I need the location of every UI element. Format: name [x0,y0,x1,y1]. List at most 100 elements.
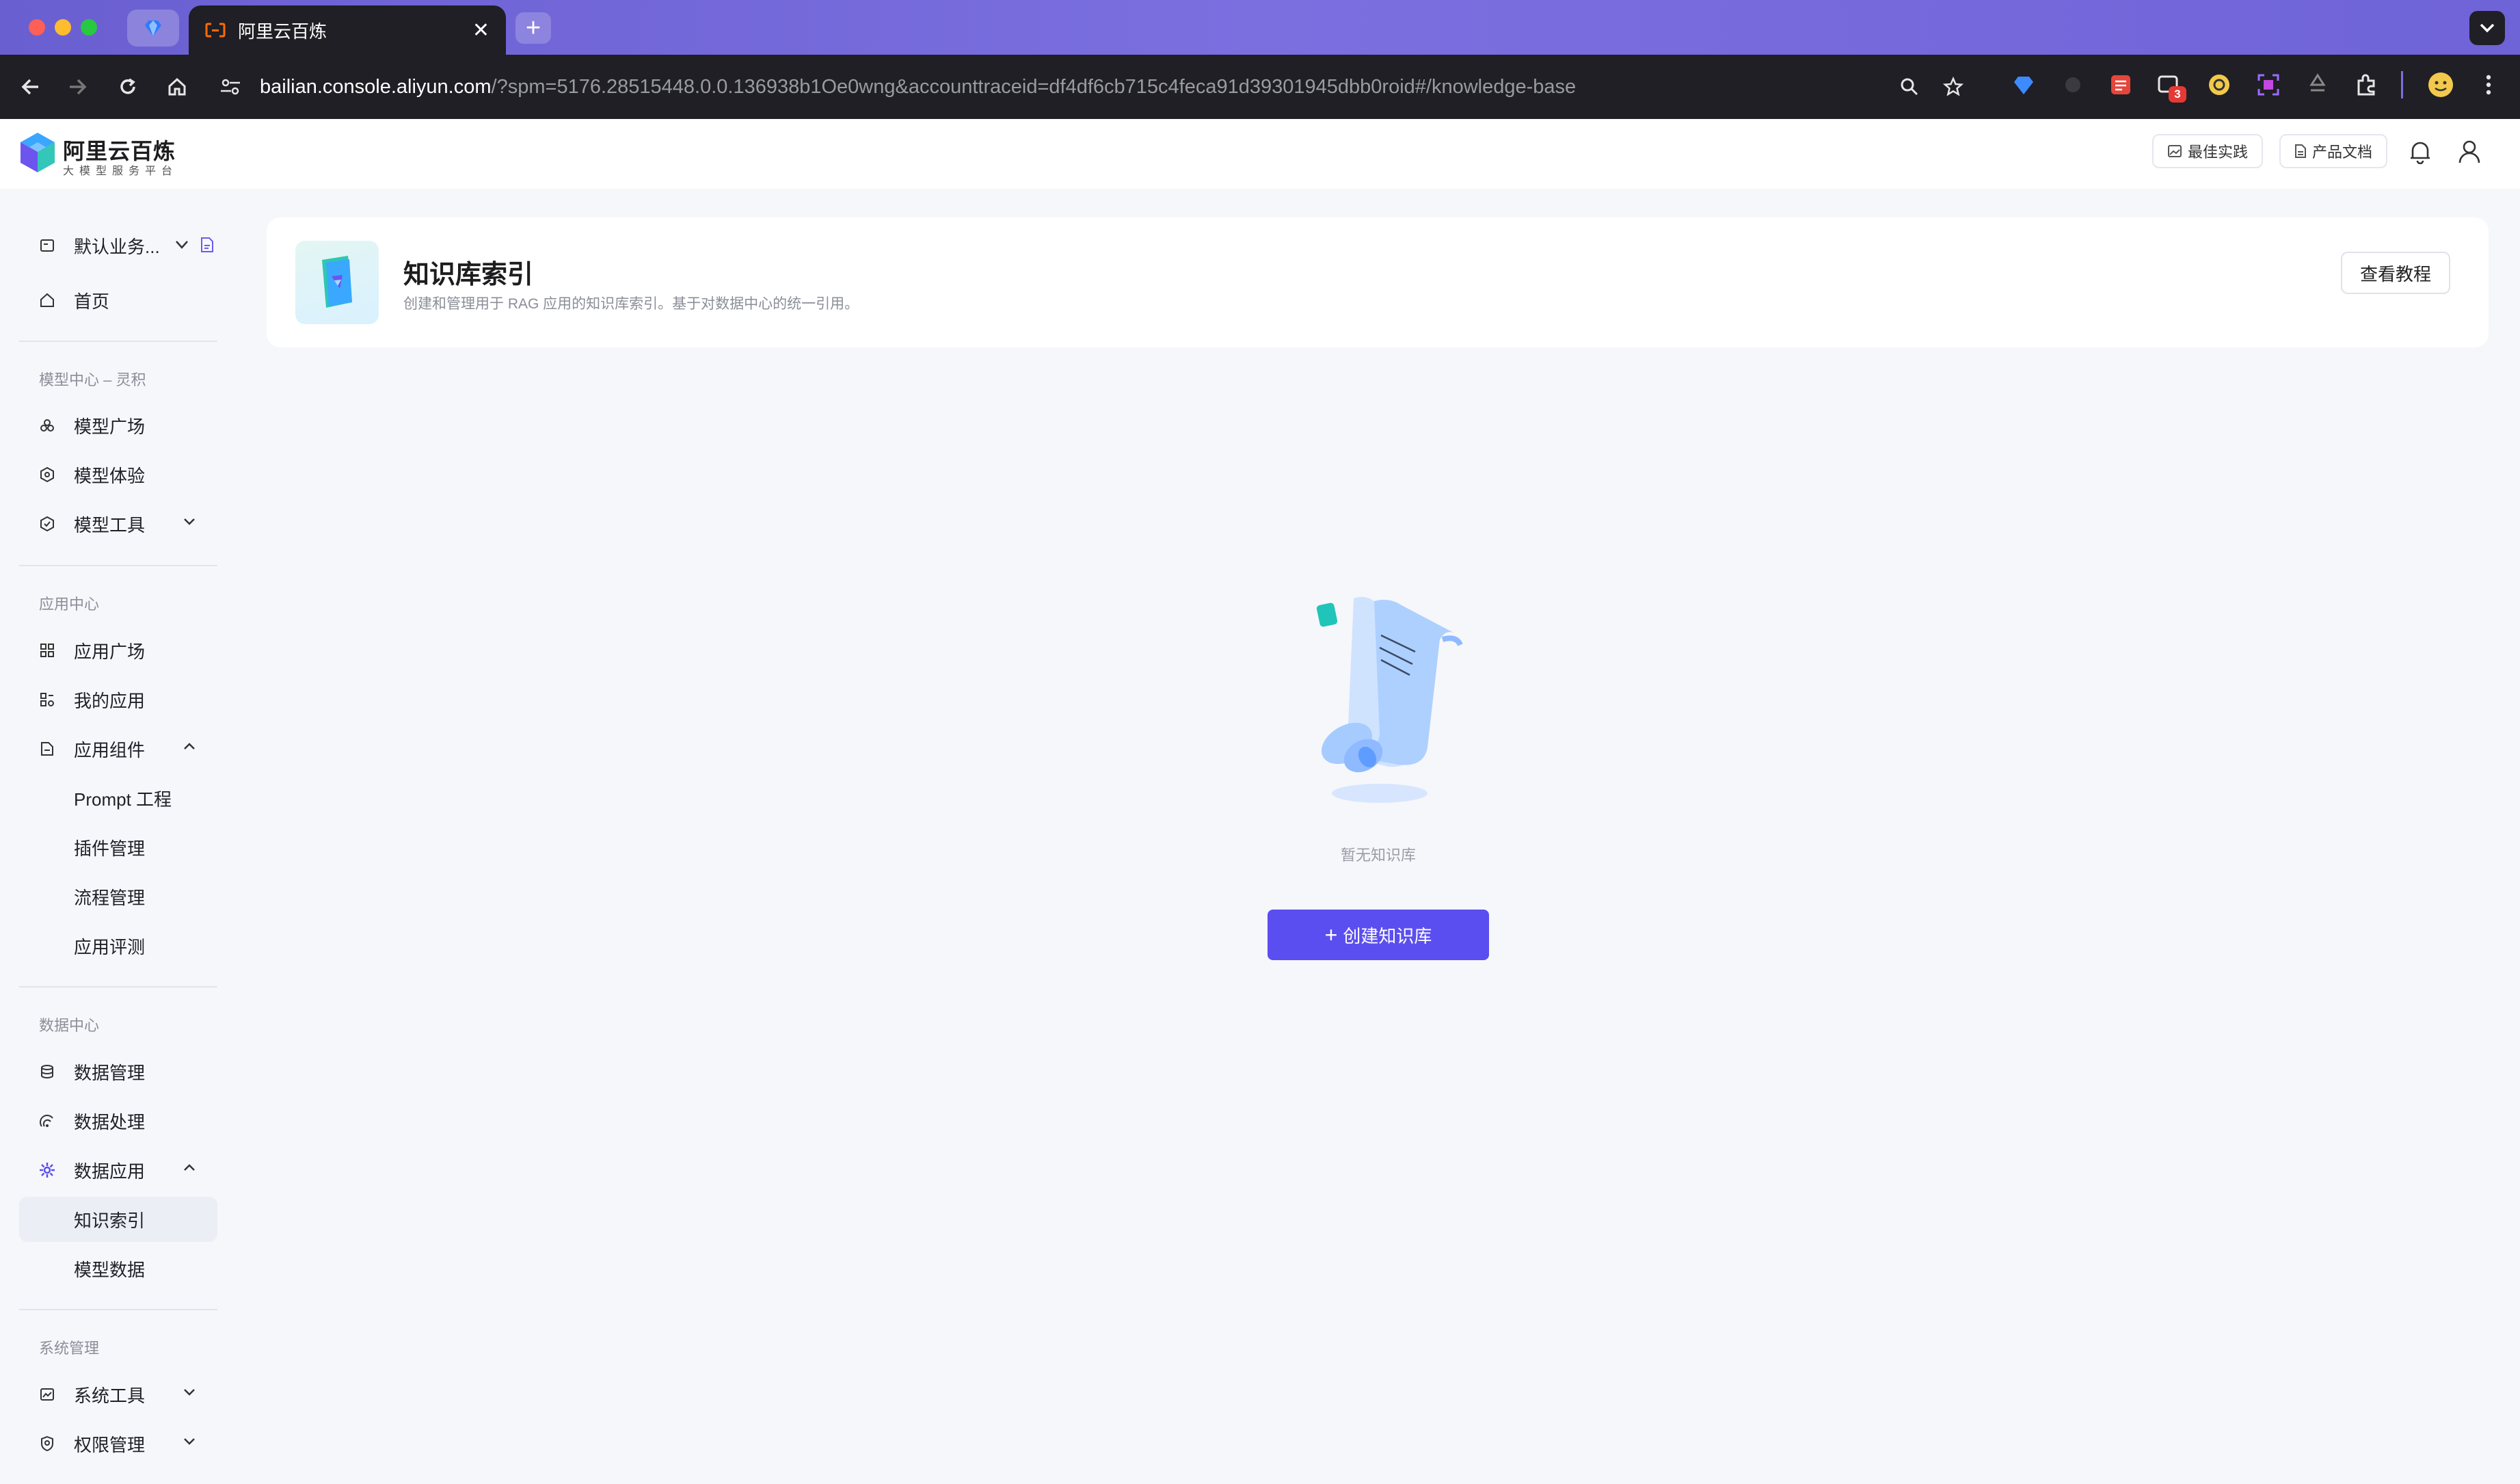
components-icon [38,740,56,758]
tab-list-button[interactable] [2469,11,2505,45]
grid-icon [38,641,56,659]
user-button[interactable] [2454,137,2484,167]
document-icon [2295,144,2306,158]
sidebar-item-app-components[interactable]: 应用组件 [19,726,217,771]
best-practice-label: 最佳实践 [2188,144,2249,161]
sidebar: 默认业务... 首页 模型中心 – 灵积 模型广场 模型体验 模型工具 应用中心… [0,189,235,1484]
sidebar-item-knowledge-index[interactable]: 知识索引 [19,1197,217,1242]
view-tutorial-button[interactable]: 查看教程 [2341,252,2450,294]
extension-dark-icon[interactable] [2059,71,2087,98]
profile-avatar-icon[interactable] [2427,71,2454,98]
sidebar-item-label: 应用广场 [74,641,146,662]
sidebar-divider [19,565,217,566]
workspace-detail-icon[interactable] [200,237,215,256]
app-header: 阿里云百炼 大模型服务平台 最佳实践 产品文档 [0,119,2520,189]
pinned-tab[interactable] [127,10,179,47]
sidebar-item-data-application[interactable]: 数据应用 [19,1148,217,1193]
url-host: bailian.console.aliyun.com [260,75,492,98]
empty-state-text: 暂无知识库 [1340,847,1416,864]
sidebar-item-permission-management[interactable]: 权限管理 [19,1421,217,1466]
sidebar-section-app: 应用中心 [39,596,100,613]
extension-red-icon[interactable] [2107,71,2134,98]
extension-yellow-icon[interactable] [2206,71,2233,98]
star-icon [1943,77,1963,96]
sidebar-item-model-tools[interactable]: 模型工具 [19,501,217,546]
chevron-down-icon [182,1434,197,1453]
reload-icon [120,78,135,94]
model-square-icon [38,416,56,434]
extension-scan-icon[interactable] [2255,71,2282,98]
home-icon [168,77,186,96]
sidebar-item-flow-management[interactable]: 流程管理 [19,874,217,919]
forward-button[interactable] [60,70,94,104]
logo-subtitle: 大模型服务平台 [63,165,178,177]
product-docs-button[interactable]: 产品文档 [2279,134,2388,168]
extension-badge-button[interactable]: 3 [2155,71,2186,103]
sidebar-item-my-apps[interactable]: 我的应用 [19,677,217,722]
site-settings-icon[interactable] [219,77,242,97]
sidebar-item-plugin-management[interactable]: 插件管理 [19,825,217,870]
chevron-down-icon [2480,23,2495,33]
sidebar-item-label: 模型体验 [74,465,146,486]
sidebar-section-system: 系统管理 [39,1340,100,1357]
sidebar-item-system-tools[interactable]: 系统工具 [19,1372,217,1417]
system-tools-icon [38,1386,56,1403]
sidebar-divider [19,1309,217,1310]
sidebar-item-app-evaluation[interactable]: 应用评测 [19,923,217,968]
address-bar[interactable]: bailian.console.aliyun.com/?spm=5176.285… [219,66,1825,108]
extension-diamond-icon[interactable] [2010,71,2037,98]
home-icon [38,291,56,309]
best-practice-button[interactable]: 最佳实践 [2152,134,2264,168]
shield-icon [38,1435,56,1453]
browser-menu-icon[interactable] [2475,71,2502,98]
browser-tab-bar: 阿里云百炼 ✕ + [0,0,2520,55]
create-knowledge-base-button[interactable]: + 创建知识库 [1268,910,1489,960]
window-minimize-button[interactable] [55,19,71,36]
reload-button[interactable] [111,70,145,104]
knowledge-base-icon [295,241,379,324]
sidebar-item-label: 流程管理 [74,887,146,908]
url-path: /?spm=5176.28515448.0.0.136938b1Oe0wng&a… [491,75,1577,98]
tab-title: 阿里云百炼 [238,21,327,42]
sidebar-item-home[interactable]: 首页 [19,278,217,323]
chevron-down-icon [174,237,190,256]
sidebar-item-data-management[interactable]: 数据管理 [19,1049,217,1094]
workspace-selector[interactable]: 默认业务... [19,223,217,268]
sidebar-item-label: 数据管理 [74,1062,146,1083]
toolbar-divider [2401,71,2403,98]
home-button[interactable] [160,70,194,104]
window-close-button[interactable] [29,19,45,36]
sidebar-item-label: 数据处理 [74,1111,146,1132]
zoom-button[interactable] [1892,70,1927,104]
chevron-down-icon [182,1385,197,1404]
sidebar-item-data-processing[interactable]: 数据处理 [19,1098,217,1143]
back-button[interactable] [14,70,48,104]
bookmark-button[interactable] [1936,70,1970,104]
window-zoom-button[interactable] [81,19,97,36]
arrow-right-icon [70,79,87,95]
sidebar-item-label: 知识索引 [74,1210,146,1231]
sidebar-item-model-experience[interactable]: 模型体验 [19,452,217,497]
new-tab-button[interactable]: + [515,12,551,44]
extensions-puzzle-icon[interactable] [2353,71,2381,98]
tab-close-icon[interactable]: ✕ [472,18,490,42]
sidebar-section-data: 数据中心 [39,1017,100,1034]
extension-count-badge: 3 [2169,86,2186,103]
logo-icon[interactable] [18,131,57,174]
notifications-button[interactable] [2405,137,2435,167]
image-icon [2168,145,2182,157]
sidebar-item-model-data[interactable]: 模型数据 [19,1246,217,1291]
page-title: 知识库索引 [403,261,534,289]
active-tab[interactable]: 阿里云百炼 ✕ [189,5,506,55]
chevron-down-icon [182,514,197,533]
sidebar-item-app-square[interactable]: 应用广场 [19,628,217,673]
empty-scroll-illustration [1316,596,1463,803]
database-icon [38,1063,56,1081]
sidebar-item-prompt-engineering[interactable]: Prompt 工程 [19,776,217,821]
page-header-card: 知识库索引 创建和管理用于 RAG 应用的知识库索引。基于对数据中心的统一引用。… [267,217,2489,347]
extension-recycle-icon[interactable] [2304,71,2331,98]
chevron-up-icon [182,1161,197,1180]
workspace-icon [38,237,56,254]
sidebar-item-label: 应用评测 [74,936,146,957]
sidebar-item-model-square[interactable]: 模型广场 [19,403,217,448]
